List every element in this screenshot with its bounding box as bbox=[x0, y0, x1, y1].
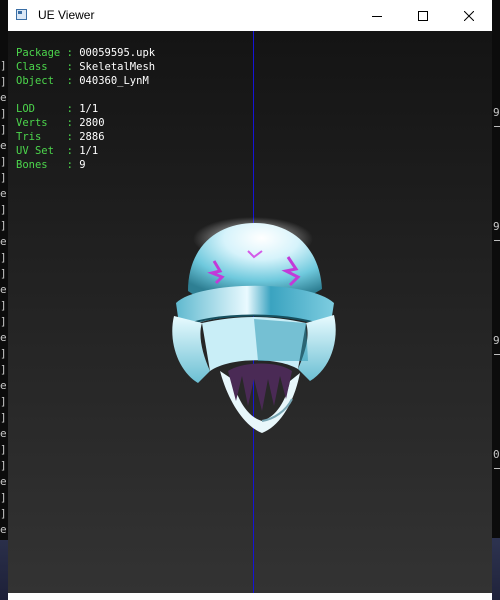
console-glyph: 0 bbox=[493, 448, 500, 461]
console-glyph: 9 bbox=[493, 334, 500, 347]
console-glyph: e bbox=[0, 331, 7, 344]
info-label: Bones bbox=[16, 159, 61, 171]
console-glyph: ] bbox=[0, 443, 7, 456]
info-row: LOD : 1/1 bbox=[16, 102, 155, 116]
info-separator: : bbox=[60, 145, 80, 157]
console-glyph: e bbox=[0, 475, 7, 488]
close-button[interactable] bbox=[446, 0, 492, 31]
console-dash bbox=[494, 126, 500, 127]
console-glyph: ] bbox=[0, 219, 7, 232]
background-console-right: 9 9 9 0 bbox=[492, 30, 500, 600]
info-separator: : bbox=[60, 159, 80, 171]
background-desktop-right bbox=[492, 538, 500, 600]
info-value: 1/1 bbox=[79, 145, 99, 157]
console-glyph: e bbox=[0, 283, 7, 296]
console-glyph: e bbox=[0, 139, 7, 152]
console-glyph: ] bbox=[0, 155, 7, 168]
info-label: Tris bbox=[16, 131, 61, 143]
console-glyph: ] bbox=[0, 267, 7, 280]
info-separator: : bbox=[60, 47, 80, 59]
info-separator: : bbox=[60, 117, 80, 129]
app-window-icon bbox=[16, 9, 27, 20]
info-separator: : bbox=[60, 131, 80, 143]
console-glyph: 9 bbox=[493, 220, 500, 233]
console-glyph: ] bbox=[0, 347, 7, 360]
maximize-icon bbox=[418, 10, 428, 21]
console-dash bbox=[494, 468, 500, 469]
console-glyph: e bbox=[0, 427, 7, 440]
info-value: 9 bbox=[79, 159, 86, 171]
console-glyph: ] bbox=[0, 59, 7, 72]
console-dash bbox=[494, 354, 500, 355]
console-glyph: 9 bbox=[493, 106, 500, 119]
console-glyph: ] bbox=[0, 299, 7, 312]
3d-viewport[interactable]: Package : 00059595.upk Class : SkeletalMe… bbox=[8, 31, 492, 593]
background-console-left: ]]e]]e]]e]]e]]e]]e]]e]]e]]e]]e] bbox=[0, 30, 8, 540]
info-row: UV Set : 1/1 bbox=[16, 144, 155, 158]
info-row: Package : 00059595.upk bbox=[16, 46, 155, 60]
info-row: Class : SkeletalMesh bbox=[16, 60, 155, 74]
console-glyph: ] bbox=[0, 315, 7, 328]
console-glyph: ] bbox=[0, 459, 7, 472]
helmet-mesh bbox=[172, 217, 336, 433]
info-value: 040360_LynM bbox=[79, 75, 149, 87]
close-icon bbox=[464, 10, 474, 21]
console-glyph: ] bbox=[0, 395, 7, 408]
minimize-icon bbox=[372, 15, 382, 17]
console-glyph: ] bbox=[0, 251, 7, 264]
info-separator: : bbox=[60, 103, 80, 115]
mesh-info-panel: Package : 00059595.upk Class : SkeletalMe… bbox=[16, 46, 155, 172]
info-row: Bones : 9 bbox=[16, 158, 155, 172]
console-glyph: ] bbox=[0, 411, 7, 424]
info-label: UV Set bbox=[16, 145, 61, 157]
minimize-button[interactable] bbox=[354, 0, 400, 31]
info-value: SkeletalMesh bbox=[79, 61, 156, 73]
info-label: Object bbox=[16, 75, 61, 87]
maximize-button[interactable] bbox=[400, 0, 446, 31]
info-row: Tris : 2886 bbox=[16, 130, 155, 144]
info-value: 1/1 bbox=[79, 103, 99, 115]
console-glyph: ] bbox=[0, 491, 7, 504]
window-title: UE Viewer bbox=[38, 8, 95, 22]
console-glyph: ] bbox=[0, 171, 7, 184]
console-glyph: e bbox=[0, 91, 7, 104]
console-glyph: ] bbox=[0, 363, 7, 376]
console-glyph: e bbox=[0, 379, 7, 392]
console-glyph: e bbox=[0, 187, 7, 200]
info-value: 2886 bbox=[79, 131, 105, 143]
console-glyph: ] bbox=[0, 123, 7, 136]
background-desktop-left bbox=[0, 540, 8, 600]
info-row: Object : 040360_LynM bbox=[16, 74, 155, 88]
title-bar[interactable]: UE Viewer bbox=[8, 0, 492, 32]
info-value: 00059595.upk bbox=[79, 47, 156, 59]
console-glyph: e bbox=[0, 523, 7, 536]
info-separator: : bbox=[60, 61, 80, 73]
console-glyph: ] bbox=[0, 107, 7, 120]
info-spacer bbox=[16, 88, 155, 102]
console-glyph: ] bbox=[0, 203, 7, 216]
console-glyph: ] bbox=[0, 75, 7, 88]
console-dash bbox=[494, 240, 500, 241]
info-separator: : bbox=[60, 75, 80, 87]
info-label: Class bbox=[16, 61, 61, 73]
console-glyph: e bbox=[0, 235, 7, 248]
info-row: Verts : 2800 bbox=[16, 116, 155, 130]
console-glyph: ] bbox=[0, 507, 7, 520]
info-label: LOD bbox=[16, 103, 61, 115]
info-value: 2800 bbox=[79, 117, 105, 129]
info-label: Verts bbox=[16, 117, 61, 129]
info-label: Package bbox=[16, 47, 61, 59]
ue-viewer-window[interactable]: UE Viewer Package: 00059595.upk Class:… bbox=[8, 0, 492, 600]
